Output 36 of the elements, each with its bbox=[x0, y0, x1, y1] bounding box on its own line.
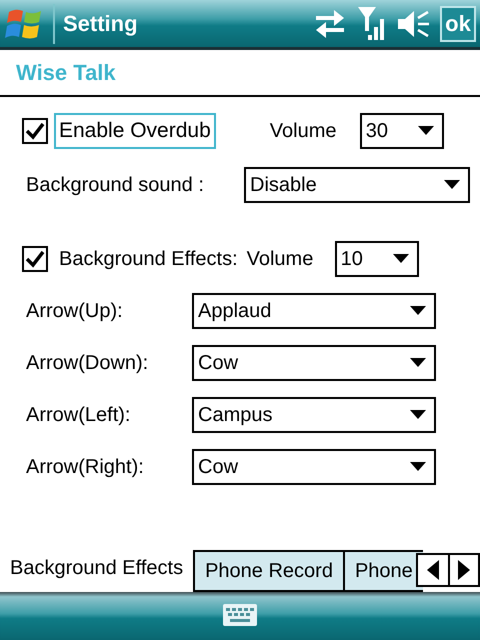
dropdown[interactable]: 30 bbox=[360, 113, 444, 149]
keyboard-icon[interactable] bbox=[223, 604, 257, 626]
page-heading: Wise Talk bbox=[16, 59, 116, 87]
volume-label: Volume bbox=[270, 119, 338, 144]
dropdown[interactable]: Cow bbox=[192, 449, 436, 485]
speaker-muted-icon[interactable] bbox=[398, 10, 430, 38]
tab[interactable]: Phone Record bbox=[193, 550, 343, 592]
left-triangle-icon bbox=[427, 560, 439, 580]
ok-button[interactable]: ok bbox=[440, 6, 476, 42]
caret-icon bbox=[410, 462, 426, 472]
dropdown[interactable]: Applaud bbox=[192, 293, 436, 329]
volume-label: Volume bbox=[246, 247, 314, 272]
field-label: Arrow(Left): bbox=[26, 403, 132, 428]
field-label: Arrow(Up): bbox=[26, 299, 124, 324]
signal-icon[interactable] bbox=[358, 6, 384, 40]
field-label: Background sound : bbox=[26, 173, 205, 198]
dropdown[interactable]: 10 bbox=[334, 241, 419, 277]
window-title: Setting bbox=[63, 10, 138, 38]
connection-arrows-icon[interactable] bbox=[314, 10, 346, 38]
dropdown[interactable]: Disable bbox=[244, 167, 470, 203]
caret-icon bbox=[418, 126, 434, 136]
checkbox[interactable] bbox=[22, 246, 48, 272]
dropdown[interactable]: Campus bbox=[192, 397, 436, 433]
caret-icon bbox=[410, 358, 426, 368]
checkbox-label[interactable]: Background Effects: bbox=[54, 241, 243, 277]
caret-icon bbox=[392, 254, 409, 264]
field-label: Arrow(Down): bbox=[26, 351, 150, 376]
tab[interactable]: Phone bbox=[342, 550, 423, 592]
caret-icon bbox=[444, 180, 460, 190]
checkbox-label[interactable]: Enable Overdub bbox=[54, 113, 216, 149]
field-label: Arrow(Right): bbox=[26, 455, 145, 480]
caret-icon bbox=[410, 306, 426, 316]
right-triangle-icon bbox=[458, 560, 470, 580]
dropdown[interactable]: Cow bbox=[192, 345, 436, 381]
checkbox[interactable] bbox=[22, 118, 48, 144]
caret-icon bbox=[410, 410, 426, 420]
